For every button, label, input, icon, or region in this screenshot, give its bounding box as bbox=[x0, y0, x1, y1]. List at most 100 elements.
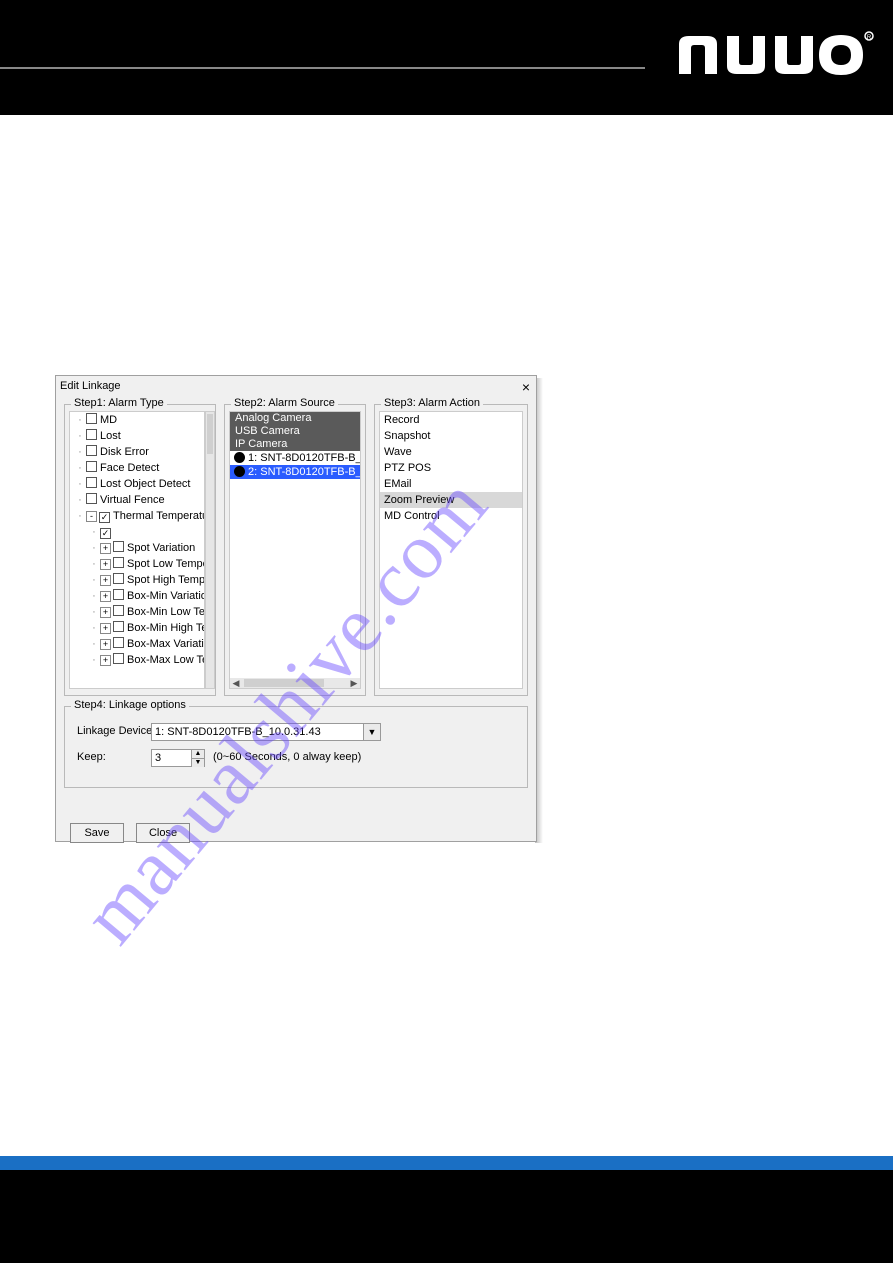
alarm-type-node[interactable]: ·+Box-Max Variation bbox=[70, 636, 204, 652]
alarm-type-node[interactable]: ·+Spot Variation bbox=[70, 540, 204, 556]
tree-node-label: Spot Low Temperature bbox=[127, 558, 205, 570]
step4-linkage-options-group: Step4: Linkage options Linkage Device: 1… bbox=[64, 706, 528, 788]
linkage-device-label: Linkage Device: bbox=[77, 725, 155, 737]
tree-node-label: Spot Variation bbox=[127, 542, 195, 554]
tree-checkbox[interactable] bbox=[113, 589, 124, 600]
step2-title: Step2: Alarm Source bbox=[231, 397, 338, 409]
tree-checkbox[interactable] bbox=[113, 541, 124, 552]
tree-node-label: Box-Max Variation bbox=[127, 638, 205, 650]
edit-linkage-dialog: Edit Linkage × Step1: Alarm Type ·MD·Los… bbox=[55, 375, 537, 842]
source-item[interactable]: 1: SNT-8D0120TFB-B_10.0.3 bbox=[230, 451, 360, 465]
tree-checkbox[interactable] bbox=[99, 512, 110, 523]
source-header: USB Camera bbox=[230, 425, 360, 438]
action-item[interactable]: Wave bbox=[380, 444, 522, 460]
tree-expander-icon[interactable]: + bbox=[100, 655, 111, 666]
action-item[interactable]: Record bbox=[380, 412, 522, 428]
tree-checkbox[interactable] bbox=[86, 445, 97, 456]
tree-checkbox[interactable] bbox=[113, 557, 124, 568]
tree-checkbox[interactable] bbox=[113, 621, 124, 632]
spin-down-icon[interactable]: ▼ bbox=[192, 758, 204, 767]
linkage-device-combo[interactable]: 1: SNT-8D0120TFB-B_10.0.31.43 ▼ bbox=[151, 723, 381, 741]
tree-node-label: Disk Error bbox=[100, 446, 149, 458]
tree-node-label: Lost bbox=[100, 430, 121, 442]
action-item[interactable]: PTZ POS bbox=[380, 460, 522, 476]
alarm-type-node[interactable]: ·Face Detect bbox=[70, 460, 204, 476]
tree-expander-icon[interactable]: + bbox=[100, 639, 111, 650]
alarm-type-node[interactable]: · bbox=[70, 524, 204, 540]
tree-node-label: Spot High Temperature bbox=[127, 574, 205, 586]
tree-checkbox[interactable] bbox=[113, 653, 124, 664]
source-header: IP Camera bbox=[230, 438, 360, 451]
tree-expander-icon[interactable]: + bbox=[100, 591, 111, 602]
step3-alarm-action-group: Step3: Alarm Action RecordSnapshotWavePT… bbox=[374, 404, 528, 696]
chevron-down-icon[interactable]: ▼ bbox=[363, 724, 380, 740]
footer-blue-bar bbox=[0, 1156, 893, 1170]
action-item[interactable]: MD Control bbox=[380, 508, 522, 524]
tree-checkbox[interactable] bbox=[113, 637, 124, 648]
tree-checkbox[interactable] bbox=[100, 528, 111, 539]
alarm-type-node[interactable]: ·+Spot Low Temperature bbox=[70, 556, 204, 572]
header-bar: R bbox=[0, 0, 893, 115]
action-item[interactable]: Zoom Preview bbox=[380, 492, 522, 508]
alarm-type-node[interactable]: ·+Spot High Temperature bbox=[70, 572, 204, 588]
alarm-type-node[interactable]: ·Virtual Fence bbox=[70, 492, 204, 508]
tree-checkbox[interactable] bbox=[86, 429, 97, 440]
tree-node-label: Box-Min Low Temperat bbox=[127, 606, 205, 618]
alarm-type-node[interactable]: ·MD bbox=[70, 412, 204, 428]
nuuo-logo: R bbox=[671, 22, 881, 82]
tree-expander-icon[interactable]: + bbox=[100, 607, 111, 618]
keep-label: Keep: bbox=[77, 751, 106, 763]
step2-alarm-source-group: Step2: Alarm Source Analog CameraUSB Cam… bbox=[224, 404, 366, 696]
tree-node-label: Box-Min Variation bbox=[127, 590, 205, 602]
tree-node-label: Face Detect bbox=[100, 462, 159, 474]
alarm-action-list[interactable]: RecordSnapshotWavePTZ POSEMailZoom Previ… bbox=[379, 411, 523, 689]
tree-node-label: Virtual Fence bbox=[100, 494, 165, 506]
tree-expander-icon[interactable]: + bbox=[100, 559, 111, 570]
step1-alarm-type-group: Step1: Alarm Type ·MD·Lost·Disk Error·Fa… bbox=[64, 404, 216, 696]
action-item[interactable]: EMail bbox=[380, 476, 522, 492]
alarm-type-node[interactable]: ·+Box-Min High Tempera bbox=[70, 620, 204, 636]
keep-value: 3 bbox=[155, 750, 190, 766]
source-header: Analog Camera bbox=[230, 412, 360, 425]
tree-node-label: Box-Max Low Tempera bbox=[127, 654, 205, 666]
alarm-type-node[interactable]: ·+Box-Max Low Tempera bbox=[70, 652, 204, 668]
alarm-type-scrollbar[interactable] bbox=[205, 411, 215, 689]
save-button[interactable]: Save bbox=[70, 823, 124, 843]
tree-checkbox[interactable] bbox=[86, 493, 97, 504]
alarm-source-list[interactable]: Analog CameraUSB CameraIP Camera1: SNT-8… bbox=[229, 411, 361, 689]
tree-expander-icon[interactable]: + bbox=[100, 575, 111, 586]
tree-node-label: MD bbox=[100, 414, 117, 426]
alarm-type-node[interactable]: ·Lost Object Detect bbox=[70, 476, 204, 492]
tree-expander-icon[interactable]: + bbox=[100, 543, 111, 554]
tree-checkbox[interactable] bbox=[86, 413, 97, 424]
alarm-type-tree[interactable]: ·MD·Lost·Disk Error·Face Detect·Lost Obj… bbox=[69, 411, 205, 689]
alarm-type-node[interactable]: ·Lost bbox=[70, 428, 204, 444]
step4-title: Step4: Linkage options bbox=[71, 699, 189, 711]
dialog-title: Edit Linkage bbox=[60, 380, 121, 392]
tree-node-label: Box-Min High Tempera bbox=[127, 622, 205, 634]
tree-expander-icon[interactable]: - bbox=[86, 511, 97, 522]
alarm-type-node[interactable]: ·+Box-Min Variation bbox=[70, 588, 204, 604]
close-button[interactable]: Close bbox=[136, 823, 190, 843]
footer-black-bar bbox=[0, 1170, 893, 1263]
close-icon[interactable]: × bbox=[522, 380, 530, 394]
alarm-source-hscroll[interactable]: ◀▶ bbox=[230, 678, 360, 688]
alarm-type-node[interactable]: ·Disk Error bbox=[70, 444, 204, 460]
tree-checkbox[interactable] bbox=[86, 461, 97, 472]
alarm-type-node[interactable]: ·+Box-Min Low Temperat bbox=[70, 604, 204, 620]
tree-checkbox[interactable] bbox=[113, 605, 124, 616]
action-item[interactable]: Snapshot bbox=[380, 428, 522, 444]
tree-node-label: Lost Object Detect bbox=[100, 478, 191, 490]
header-divider bbox=[0, 67, 645, 69]
linkage-device-value: 1: SNT-8D0120TFB-B_10.0.31.43 bbox=[155, 724, 362, 740]
tree-node-label: Thermal Temperature bbox=[113, 510, 205, 522]
keep-spinner[interactable]: 3 ▲▼ bbox=[151, 749, 205, 767]
tree-checkbox[interactable] bbox=[86, 477, 97, 488]
alarm-type-node[interactable]: ·-Thermal Temperature bbox=[70, 508, 204, 524]
step1-title: Step1: Alarm Type bbox=[71, 397, 167, 409]
step3-title: Step3: Alarm Action bbox=[381, 397, 483, 409]
tree-expander-icon[interactable]: + bbox=[100, 623, 111, 634]
spin-up-icon[interactable]: ▲ bbox=[192, 750, 204, 758]
source-item[interactable]: 2: SNT-8D0120TFB-B_10.0.3 bbox=[230, 465, 360, 479]
tree-checkbox[interactable] bbox=[113, 573, 124, 584]
